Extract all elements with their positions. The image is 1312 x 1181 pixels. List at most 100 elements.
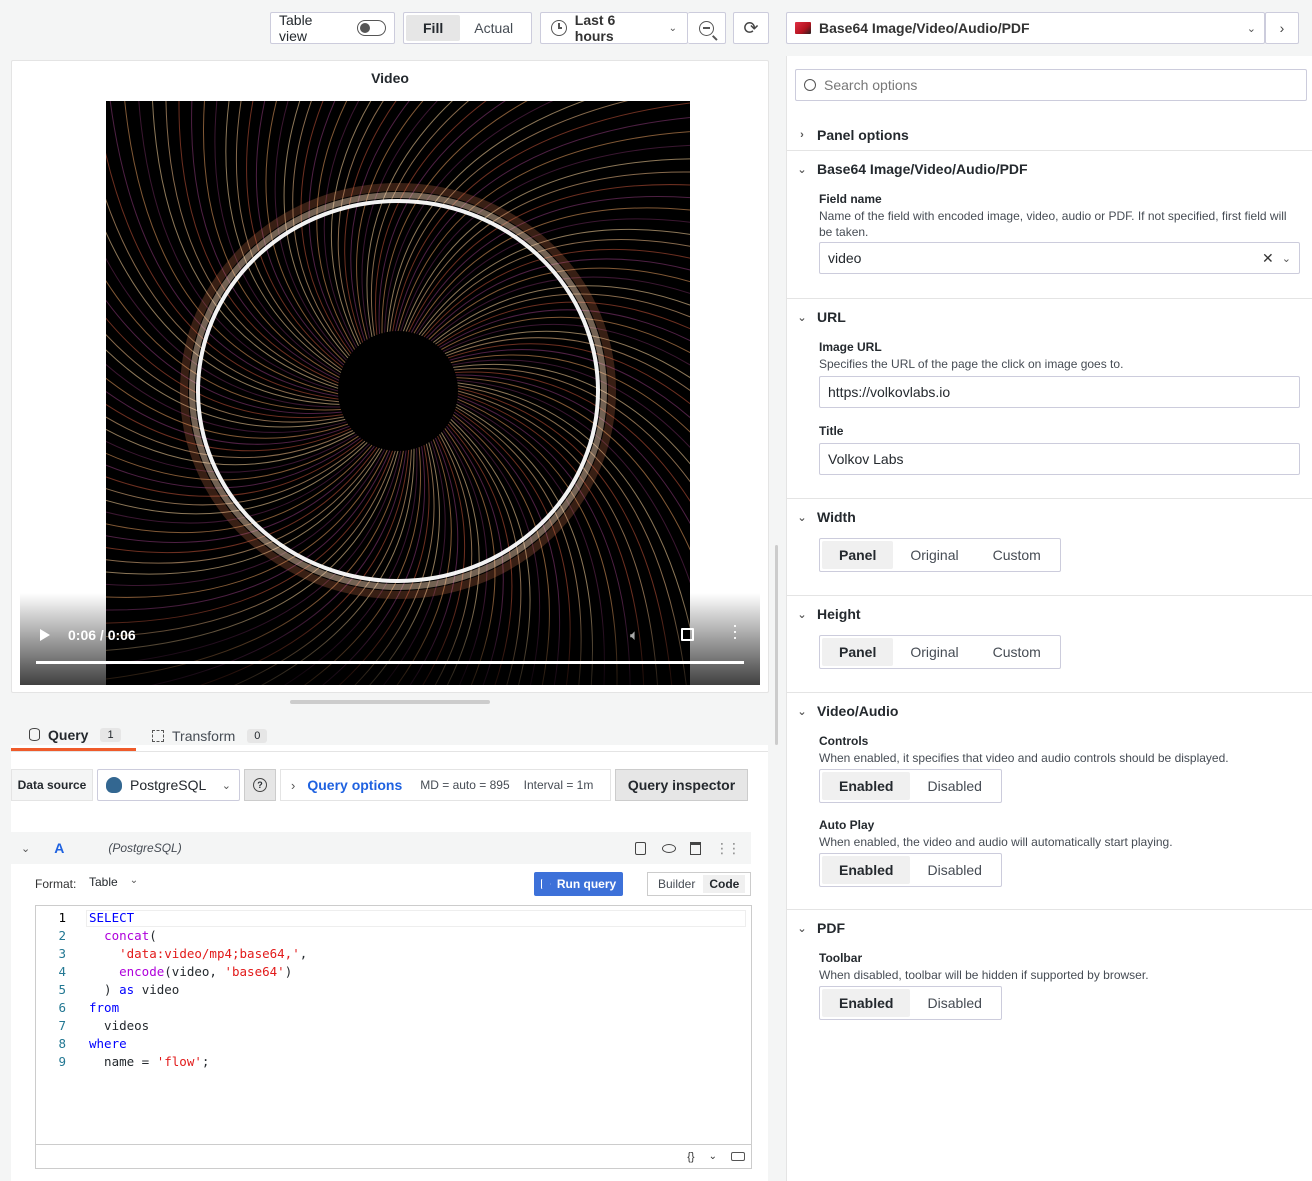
section-pdf: ⌄ PDF Toolbar When disabled, toolbar will… xyxy=(787,909,1312,1029)
section-header[interactable]: ⌄ Base64 Image/Video/Audio/PDF xyxy=(797,161,1027,177)
search-options-input[interactable]: Search options xyxy=(795,69,1307,101)
clear-icon[interactable]: ✕ xyxy=(1262,250,1274,267)
vertical-splitter[interactable] xyxy=(775,545,778,745)
fill-actual-group: Fill Actual xyxy=(403,12,532,44)
fill-button[interactable]: Fill xyxy=(406,15,461,41)
image-url-description: Specifies the URL of the page the click … xyxy=(819,357,1124,371)
width-panel-option[interactable]: Panel xyxy=(822,541,894,569)
video-controls: 0:06 / 0:06 🔈︎ ··· xyxy=(20,593,760,685)
chevron-down-icon: ⌄ xyxy=(797,163,807,176)
code-line: ) as video xyxy=(89,982,179,997)
autoplay-enabled-option[interactable]: Enabled xyxy=(822,856,911,884)
progress-track[interactable] xyxy=(36,661,744,664)
field-name-select[interactable]: video ✕ ⌄ xyxy=(819,242,1300,274)
image-url-input[interactable]: https://volkovlabs.io xyxy=(819,376,1300,408)
tab-query[interactable]: Query 1 xyxy=(11,721,136,751)
query-row-header[interactable]: ⌄ A (PostgreSQL) ⋮⋮ xyxy=(11,832,751,864)
line-number: 4 xyxy=(58,964,66,979)
search-icon xyxy=(804,79,816,91)
keyboard-icon[interactable] xyxy=(731,1152,745,1161)
play-icon[interactable] xyxy=(40,629,50,641)
toolbar-enabled-option[interactable]: Enabled xyxy=(822,989,911,1017)
chevron-down-icon[interactable]: ⌄ xyxy=(709,1151,717,1162)
video-player[interactable]: 0:06 / 0:06 🔈︎ ··· xyxy=(20,101,760,685)
chevron-right-icon: › xyxy=(800,129,804,141)
code-token: name = xyxy=(89,1054,157,1069)
section-title: Video/Audio xyxy=(817,703,899,719)
width-original-option[interactable]: Original xyxy=(893,541,975,569)
query-inspector-button[interactable]: Query inspector xyxy=(615,769,748,801)
collapse-chevron-icon[interactable]: ⌄ xyxy=(21,842,30,855)
section-header[interactable]: ⌄ Video/Audio xyxy=(797,703,898,719)
fullscreen-icon[interactable] xyxy=(681,628,694,641)
toolbar-label: Toolbar xyxy=(819,951,863,965)
section-header[interactable]: ⌄ PDF xyxy=(797,920,845,936)
help-icon: ? xyxy=(253,778,267,792)
panel-resize-handle[interactable] xyxy=(290,700,490,704)
trash-icon[interactable] xyxy=(690,841,701,855)
toolbar-disabled-option[interactable]: Disabled xyxy=(910,989,998,1017)
md-info: MD = auto = 895 xyxy=(420,778,510,792)
code-token: ) xyxy=(284,964,293,979)
controls-enabled-option[interactable]: Enabled xyxy=(822,772,911,800)
data-source-picker[interactable]: PostgreSQL ⌄ xyxy=(97,769,240,801)
builder-mode-button[interactable]: Builder xyxy=(650,877,703,891)
section-header[interactable]: ⌄ Height xyxy=(797,606,861,622)
volume-icon[interactable]: 🔈︎ xyxy=(630,627,639,644)
eye-icon[interactable] xyxy=(662,843,676,853)
height-radio-group: Panel Original Custom xyxy=(819,635,1061,669)
section-header[interactable]: ⌄ Width xyxy=(797,509,856,525)
actual-button[interactable]: Actual xyxy=(460,15,527,41)
toolbar-radio-group: Enabled Disabled xyxy=(819,986,1002,1020)
editor-footer: {} ⌄ xyxy=(35,1145,752,1169)
query-options-bar[interactable]: › Query options MD = auto = 895 Interval… xyxy=(280,769,611,801)
tab-transform[interactable]: Transform 0 xyxy=(152,721,268,751)
query-ref-id: A xyxy=(54,840,65,856)
code-mode-button[interactable]: Code xyxy=(703,875,746,893)
title-label: Title xyxy=(819,424,844,438)
help-button[interactable]: ? xyxy=(244,769,276,801)
height-original-option[interactable]: Original xyxy=(893,638,975,666)
code-line: SELECT xyxy=(89,910,134,925)
format-select[interactable]: Table ⌄ xyxy=(89,875,138,889)
code-editor[interactable]: 1 SELECT 2 concat(3 'data:video/mp4;base64… xyxy=(35,905,752,1145)
section-panel-options[interactable]: › Panel options xyxy=(787,117,1312,150)
visualization-name: Base64 Image/Video/Audio/PDF xyxy=(819,20,1030,36)
more-options-icon[interactable]: ··· xyxy=(726,623,746,641)
query-editor-area: Query 1 Transform 0 Data source PostgreS… xyxy=(0,705,768,1181)
drag-handle-icon[interactable]: ⋮⋮ xyxy=(715,840,741,857)
tab-transform-count: 0 xyxy=(247,729,268,743)
zoom-out-button[interactable] xyxy=(688,12,726,44)
query-options-link[interactable]: Query options xyxy=(307,777,402,793)
field-name-description: Name of the field with encoded image, vi… xyxy=(819,209,1287,239)
duplicate-icon[interactable] xyxy=(635,841,646,855)
section-title: Width xyxy=(817,509,856,525)
code-token: from xyxy=(89,1000,120,1015)
refresh-button[interactable]: ⟳ xyxy=(733,12,769,44)
visualization-picker[interactable]: Base64 Image/Video/Audio/PDF ⌄ xyxy=(786,12,1265,44)
height-panel-option[interactable]: Panel xyxy=(822,638,894,666)
section-title: Height xyxy=(817,606,861,622)
controls-disabled-option[interactable]: Disabled xyxy=(910,772,998,800)
code-token: 'base64' xyxy=(224,964,285,979)
editor-mode-toggle: Builder Code xyxy=(647,872,751,896)
format-code-button[interactable]: {} xyxy=(687,1151,694,1163)
chevron-down-icon: ⌄ xyxy=(129,875,139,886)
time-range-picker[interactable]: Last 6 hours ⌄ xyxy=(540,12,688,44)
table-view-toggle[interactable]: Table view xyxy=(270,12,395,44)
section-title: URL xyxy=(817,309,846,325)
transform-icon xyxy=(152,730,164,742)
image-url-label: Image URL xyxy=(819,340,882,354)
expand-options-button[interactable]: › xyxy=(1265,12,1299,44)
format-value: Table xyxy=(89,875,118,889)
autoplay-disabled-option[interactable]: Disabled xyxy=(910,856,998,884)
line-number: 8 xyxy=(58,1036,66,1051)
chevron-down-icon: ⌄ xyxy=(1281,252,1291,265)
title-input[interactable]: Volkov Labs xyxy=(819,443,1300,475)
section-header[interactable]: ⌄ URL xyxy=(797,309,846,325)
toggle-switch[interactable] xyxy=(356,20,386,36)
width-custom-option[interactable]: Custom xyxy=(976,541,1058,569)
height-custom-option[interactable]: Custom xyxy=(976,638,1058,666)
query-datasource-name: (PostgreSQL) xyxy=(108,841,182,855)
run-query-button[interactable]: Run query xyxy=(534,872,623,896)
